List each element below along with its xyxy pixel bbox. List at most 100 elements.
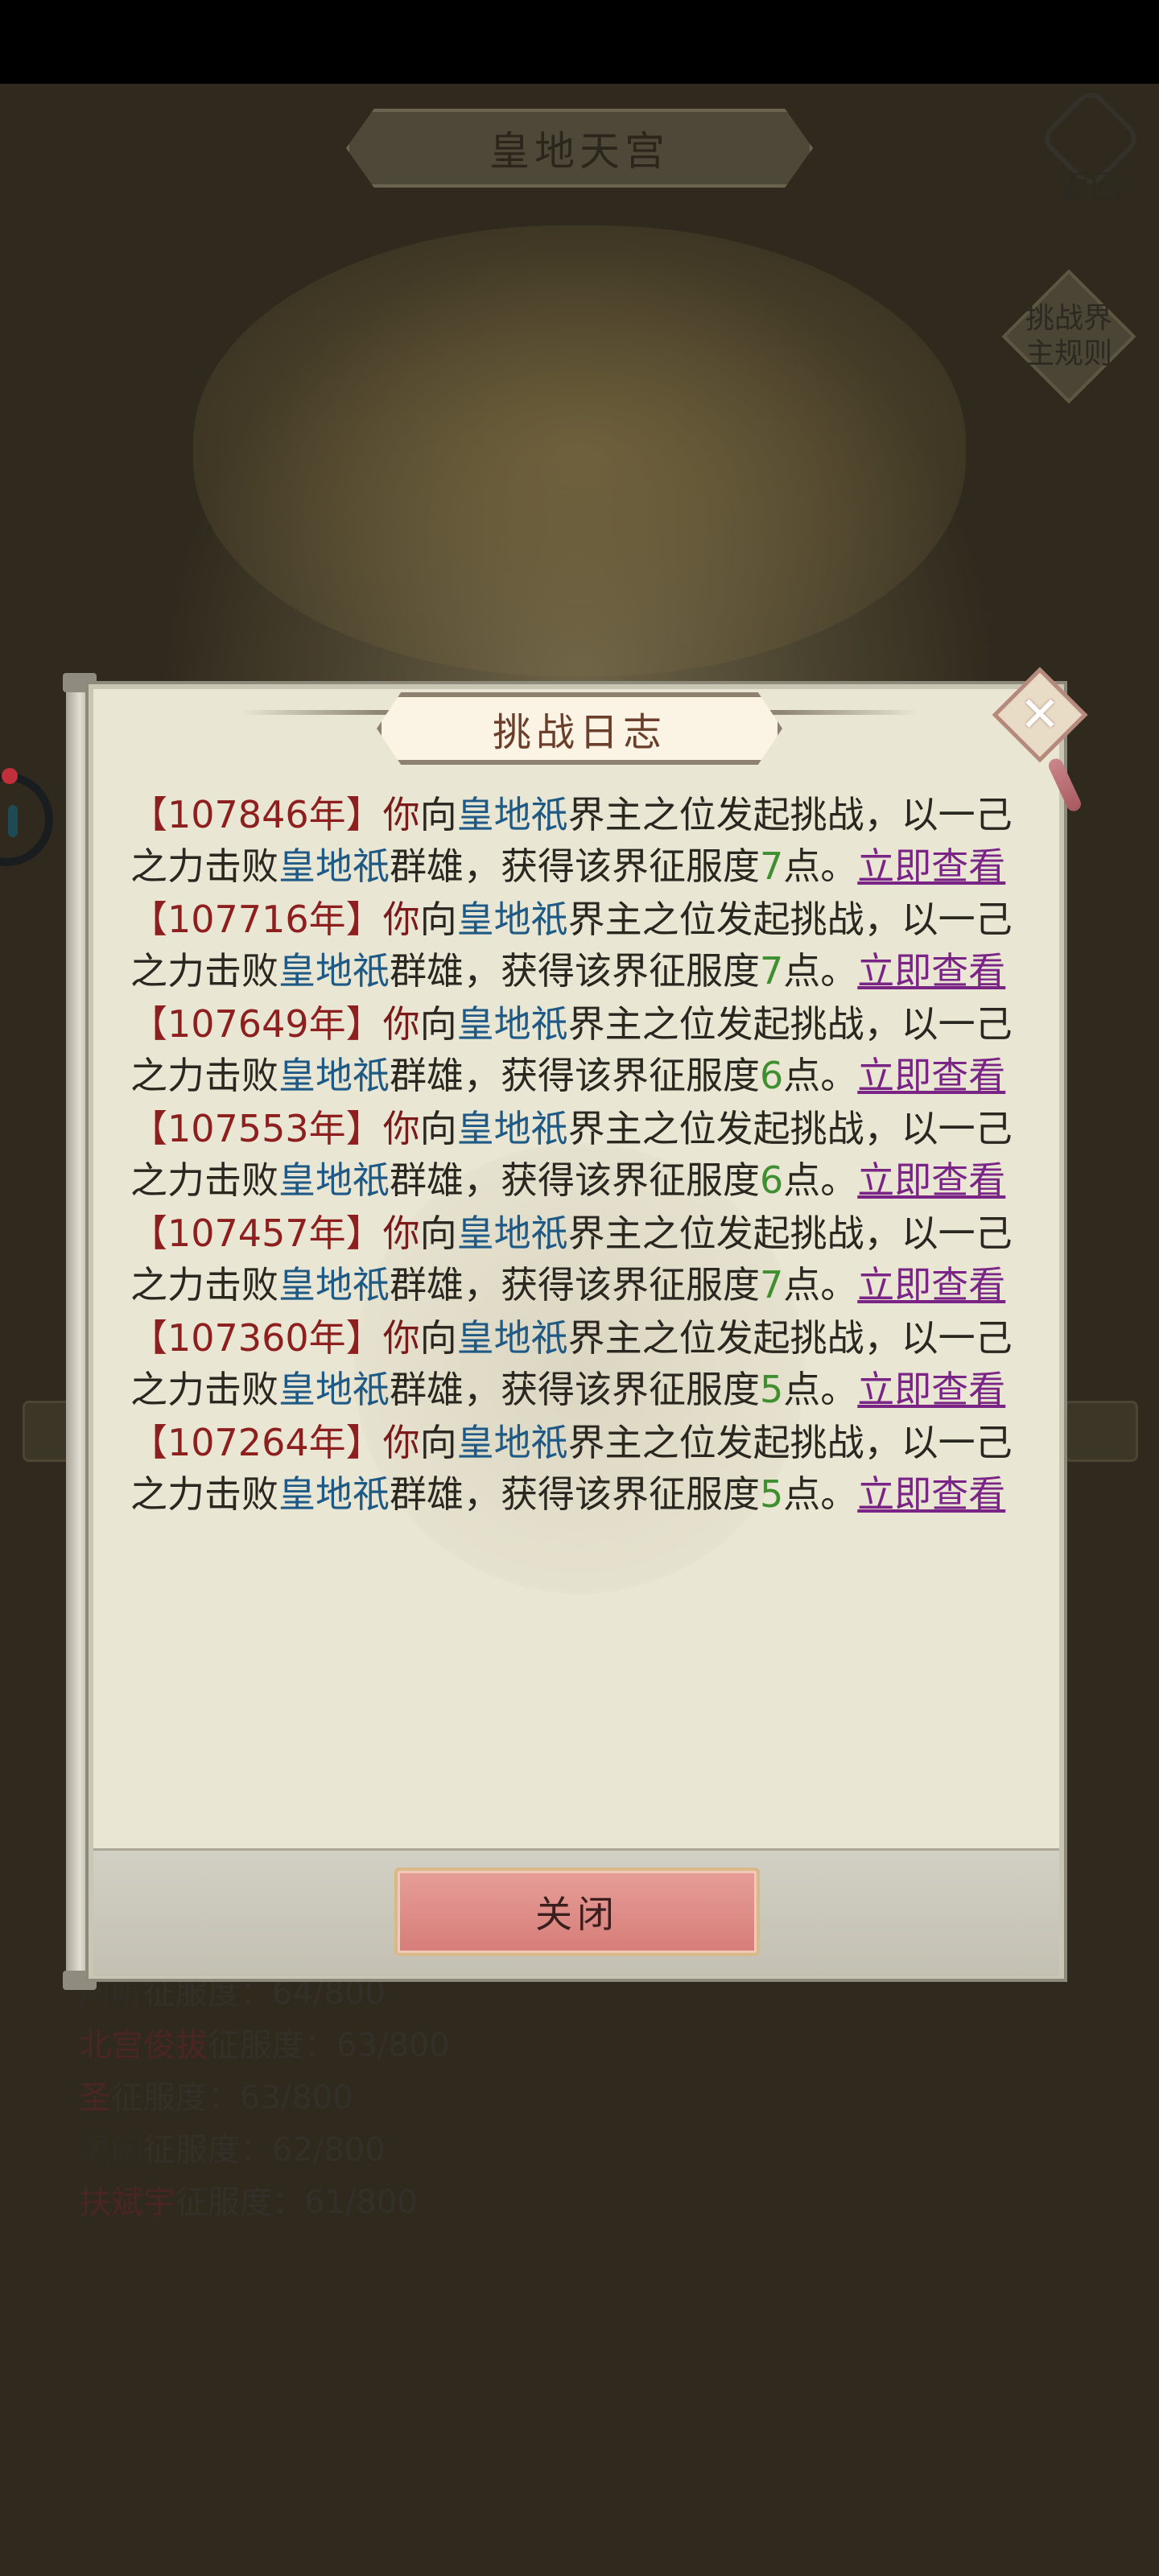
- log-entry: 【107846年】你向皇地祇界主之位发起挑战，以一己之力击败皇地祇群雄，获得该界…: [130, 789, 1024, 892]
- view-link[interactable]: 立即查看: [857, 1054, 1005, 1097]
- log-realm: 皇地祇: [456, 1212, 568, 1255]
- log-realm: 皇地祇: [456, 1002, 568, 1046]
- log-text: 群雄，获得该界征服度: [390, 1054, 760, 1097]
- log-points: 7: [760, 949, 784, 993]
- log-you: 你: [382, 1421, 420, 1464]
- log-realm: 皇地祇: [278, 1158, 390, 1202]
- log-text: 群雄，获得该界征服度: [390, 1158, 760, 1202]
- log-realm: 皇地祇: [456, 1316, 568, 1360]
- back-button[interactable]: 返回: [1037, 85, 1144, 208]
- ranking-name: 圣: [79, 2079, 111, 2116]
- log-text: 点。: [783, 1263, 858, 1307]
- log-entry: 【107553年】你向皇地祇界主之位发起挑战，以一己之力击败皇地祇群雄，获得该界…: [130, 1103, 1024, 1206]
- log-points: 7: [760, 844, 784, 888]
- ranking-item: 扶斌宇征服度：61/800: [79, 2177, 450, 2229]
- log-entry: 【107716年】你向皇地祇界主之位发起挑战，以一己之力击败皇地祇群雄，获得该界…: [130, 894, 1024, 997]
- log-text: 向: [419, 1421, 457, 1464]
- side-activity-icon-mark: [8, 805, 18, 837]
- log-text: 点。: [783, 1472, 858, 1516]
- view-link[interactable]: 立即查看: [857, 1368, 1005, 1411]
- log-text: 向: [419, 793, 457, 836]
- log-text: 向: [419, 1107, 457, 1150]
- log-text: 点。: [783, 1368, 858, 1411]
- close-button-label: 关闭: [535, 1893, 619, 1936]
- log-points: 6: [760, 1158, 784, 1202]
- notification-dot: [2, 768, 18, 784]
- log-year: 【107649年】: [130, 1002, 383, 1046]
- ranking-item: 北宫俊拔征服度：63/800: [79, 2020, 450, 2072]
- log-realm: 皇地祇: [278, 1054, 390, 1097]
- back-label: 返回: [1058, 169, 1123, 206]
- log-year: 【107457年】: [130, 1212, 383, 1255]
- log-you: 你: [382, 1002, 420, 1046]
- log-you: 你: [382, 793, 420, 836]
- log-you: 你: [382, 1212, 420, 1255]
- log-realm: 皇地祇: [278, 949, 390, 993]
- log-text: 群雄，获得该界征服度: [390, 949, 760, 993]
- challenge-rules-label: 挑战界主规则: [1025, 302, 1112, 370]
- background-bar-right: [1064, 1401, 1138, 1462]
- log-text: 点。: [783, 844, 858, 888]
- log-you: 你: [382, 1316, 420, 1360]
- log-points: 7: [760, 1263, 784, 1307]
- log-you: 你: [382, 1107, 420, 1150]
- dialog-title: 挑战日志: [492, 710, 666, 755]
- log-text: 群雄，获得该界征服度: [390, 844, 760, 888]
- log-text: 点。: [783, 1158, 858, 1202]
- ranking-item: 风闲征服度：62/800: [79, 2124, 450, 2177]
- challenge-log-list[interactable]: 【107846年】你向皇地祇界主之位发起挑战，以一己之力击败皇地祇群雄，获得该界…: [130, 789, 1024, 1827]
- log-entry: 【107457年】你向皇地祇界主之位发起挑战，以一己之力击败皇地祇群雄，获得该界…: [130, 1208, 1024, 1311]
- log-text: 向: [419, 898, 457, 941]
- ranking-name: 扶斌宇: [79, 2184, 175, 2221]
- ranking-item: 圣征服度：63/800: [79, 2072, 450, 2124]
- view-link[interactable]: 立即查看: [857, 1263, 1005, 1307]
- palace-illustration: [193, 225, 966, 676]
- close-button[interactable]: 关闭: [394, 1868, 760, 1956]
- log-entry: 【107360年】你向皇地祇界主之位发起挑战，以一己之力击败皇地祇群雄，获得该界…: [130, 1312, 1024, 1415]
- log-realm: 皇地祇: [278, 1263, 390, 1307]
- ranking-name: 北宫俊拔: [79, 2027, 208, 2064]
- log-year: 【107716年】: [130, 898, 383, 941]
- log-points: 6: [760, 1054, 784, 1097]
- ranking-value: 征服度：62/800: [143, 2132, 386, 2169]
- ranking-value: 征服度：63/800: [111, 2079, 353, 2116]
- log-year: 【107846年】: [130, 793, 383, 836]
- log-text: 向: [419, 1002, 457, 1046]
- log-realm: 皇地祇: [456, 1421, 568, 1464]
- close-icon: ✕: [1019, 687, 1061, 743]
- log-realm: 皇地祇: [456, 1107, 568, 1150]
- log-realm: 皇地祇: [456, 898, 568, 941]
- log-text: 点。: [783, 1054, 858, 1097]
- view-link[interactable]: 立即查看: [857, 1158, 1005, 1202]
- log-you: 你: [382, 898, 420, 941]
- log-year: 【107264年】: [130, 1421, 383, 1464]
- log-year: 【107553年】: [130, 1107, 383, 1150]
- view-link[interactable]: 立即查看: [857, 844, 1005, 888]
- ranking-name: 风闲: [79, 2132, 143, 2169]
- conquest-ranking-list: 冋昕征服度：64/800 北宫俊拔征服度：63/800 圣征服度：63/800 …: [79, 1967, 450, 2229]
- dialog-close-x-button[interactable]: ✕: [1000, 675, 1080, 755]
- log-text: 向: [419, 1212, 457, 1255]
- log-text: 向: [419, 1316, 457, 1360]
- log-points: 5: [760, 1472, 784, 1516]
- log-points: 5: [760, 1368, 784, 1411]
- log-realm: 皇地祇: [278, 1368, 390, 1411]
- log-text: 群雄，获得该界征服度: [390, 1263, 760, 1307]
- log-entry: 【107264年】你向皇地祇界主之位发起挑战，以一己之力击败皇地祇群雄，获得该界…: [130, 1417, 1024, 1520]
- page-title-plaque: 皇地天宫: [346, 109, 813, 188]
- log-realm: 皇地祇: [456, 793, 568, 836]
- dialog-title-plaque: 挑战日志: [377, 692, 782, 765]
- log-realm: 皇地祇: [278, 844, 390, 888]
- log-year: 【107360年】: [130, 1316, 383, 1360]
- log-text: 群雄，获得该界征服度: [390, 1368, 760, 1411]
- log-realm: 皇地祇: [278, 1472, 390, 1516]
- challenge-rules-button[interactable]: 挑战界主规则: [1006, 274, 1132, 399]
- ranking-value: 征服度：61/800: [175, 2184, 418, 2221]
- ranking-value: 征服度：64/800: [143, 1975, 386, 2012]
- status-bar: [0, 0, 1159, 84]
- view-link[interactable]: 立即查看: [857, 1472, 1005, 1516]
- view-link[interactable]: 立即查看: [857, 949, 1005, 993]
- log-text: 点。: [783, 949, 858, 993]
- ranking-value: 征服度：63/800: [208, 2027, 450, 2064]
- page-title: 皇地天宫: [489, 128, 670, 175]
